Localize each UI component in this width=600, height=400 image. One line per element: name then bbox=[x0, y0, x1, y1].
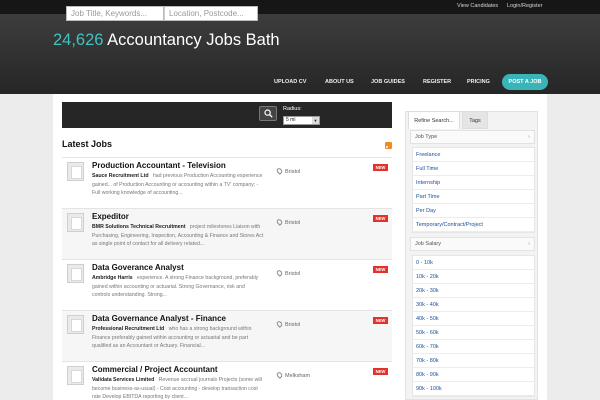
job-count: 24,626 bbox=[53, 31, 104, 49]
job-listing[interactable]: Expeditor BMR Solutions Technical Recrui… bbox=[62, 208, 392, 259]
job-snippet: Validata Services Limited Revenue accrua… bbox=[92, 376, 264, 400]
job-location: Melksham bbox=[275, 371, 311, 379]
salary-70k-80k[interactable]: 70k - 80k bbox=[413, 354, 534, 368]
job-type-list: Freelance Full Time Internship Part Time… bbox=[412, 147, 535, 233]
job-location-text: Bristol bbox=[285, 169, 301, 175]
company-name: Validata Services Limited bbox=[92, 377, 155, 383]
location-pin-icon bbox=[275, 269, 284, 277]
location-input[interactable]: Location, Postcode... bbox=[164, 6, 258, 21]
job-snippet: Sauce Recruitment Ltd had previous Produ… bbox=[92, 172, 264, 198]
salary-20k-30k[interactable]: 20k - 30k bbox=[413, 284, 534, 298]
company-logo bbox=[67, 264, 84, 283]
job-type-header[interactable]: Job Type bbox=[410, 130, 535, 144]
job-type-temporary[interactable]: Temporary/Contract/Project bbox=[413, 218, 534, 232]
nav-register[interactable]: REGISTER bbox=[423, 79, 451, 85]
job-location-text: Bristol bbox=[285, 322, 301, 328]
salary-0-10k[interactable]: 0 - 10k bbox=[413, 256, 534, 270]
job-location-text: Bristol bbox=[285, 271, 301, 277]
job-snippet: BMR Solutions Technical Recruitment proj… bbox=[92, 223, 264, 249]
company-name: BMR Solutions Technical Recruitment bbox=[92, 224, 186, 230]
nav-upload-cv[interactable]: UPLOAD CV bbox=[274, 79, 306, 85]
location-pin-icon bbox=[275, 218, 284, 226]
job-listing[interactable]: Production Accountant - Television Sauce… bbox=[62, 157, 392, 208]
job-location-text: Melksham bbox=[285, 373, 311, 379]
site-title[interactable]: 24,626 Accountancy Jobs Bath bbox=[53, 31, 280, 50]
job-title[interactable]: Expeditor bbox=[92, 212, 129, 221]
job-snippet: Professional Recruitment Ltd who has a s… bbox=[92, 325, 264, 351]
company-name: Sauce Recruitment Ltd bbox=[92, 173, 149, 179]
radius-value: 5 mi bbox=[286, 117, 296, 123]
job-title[interactable]: Data Governance Analyst - Finance bbox=[92, 314, 226, 323]
company-name: Ambridge Harris bbox=[92, 275, 133, 281]
job-type-freelance[interactable]: Freelance bbox=[413, 148, 534, 162]
keywords-input[interactable]: Job Title, Keywords... bbox=[66, 6, 164, 21]
nav-about-us[interactable]: ABOUT US bbox=[325, 79, 354, 85]
site-title-text: Accountancy Jobs Bath bbox=[107, 31, 280, 49]
job-listing[interactable]: Commercial / Project Accountant Validata… bbox=[62, 361, 392, 400]
job-listing[interactable]: Data Governance Analyst - Finance Profes… bbox=[62, 310, 392, 361]
job-type-internship[interactable]: Internship bbox=[413, 176, 534, 190]
salary-90k-100k[interactable]: 90k - 100k bbox=[413, 382, 534, 396]
tab-refine-search[interactable]: Refine Search... bbox=[408, 111, 460, 129]
tab-tags[interactable]: Tags bbox=[462, 111, 488, 129]
view-candidates-link[interactable]: View Candidates bbox=[457, 3, 498, 9]
company-name: Professional Recruitment Ltd bbox=[92, 326, 165, 332]
new-badge: NEW bbox=[373, 266, 388, 273]
job-type-part-time[interactable]: Part Time bbox=[413, 190, 534, 204]
company-logo bbox=[67, 366, 84, 385]
search-bar bbox=[62, 102, 392, 128]
login-register-link[interactable]: Login/Register bbox=[507, 3, 542, 9]
job-type-per-day[interactable]: Per Day bbox=[413, 204, 534, 218]
company-logo bbox=[67, 315, 84, 334]
salary-60k-70k[interactable]: 60k - 70k bbox=[413, 340, 534, 354]
job-location-text: Bristol bbox=[285, 220, 301, 226]
job-listing[interactable]: Data Goverance Analyst Ambridge Harris e… bbox=[62, 259, 392, 310]
location-pin-icon bbox=[275, 320, 284, 328]
salary-30k-40k[interactable]: 30k - 40k bbox=[413, 298, 534, 312]
job-location: Bristol bbox=[275, 269, 301, 277]
job-title[interactable]: Data Goverance Analyst bbox=[92, 263, 184, 272]
job-title[interactable]: Production Accountant - Television bbox=[92, 161, 226, 170]
job-salary-header[interactable]: Job Salary bbox=[410, 237, 535, 251]
job-salary-list: 0 - 10k 10k - 20k 20k - 30k 30k - 40k 40… bbox=[412, 255, 535, 397]
company-logo bbox=[67, 213, 84, 232]
new-badge: NEW bbox=[373, 368, 388, 375]
job-snippet: Ambridge Harris experience. A strong Fin… bbox=[92, 274, 264, 300]
latest-jobs-heading: Latest Jobs bbox=[62, 139, 113, 149]
search-button[interactable] bbox=[259, 106, 277, 121]
location-pin-icon bbox=[275, 371, 284, 379]
job-type-full-time[interactable]: Full Time bbox=[413, 162, 534, 176]
company-logo bbox=[67, 162, 84, 181]
radius-label: Radius: bbox=[283, 106, 302, 112]
nav-pricing[interactable]: PRICING bbox=[467, 79, 490, 85]
new-badge: NEW bbox=[373, 215, 388, 222]
job-location: Bristol bbox=[275, 167, 301, 175]
search-icon bbox=[264, 109, 273, 118]
new-badge: NEW bbox=[373, 164, 388, 171]
location-pin-icon bbox=[275, 167, 284, 175]
post-a-job-button[interactable]: POST A JOB bbox=[502, 74, 548, 90]
nav-job-guides[interactable]: JOB GUIDES bbox=[371, 79, 405, 85]
job-location: Bristol bbox=[275, 218, 301, 226]
job-location: Bristol bbox=[275, 320, 301, 328]
radius-select[interactable]: 5 mi ▼ bbox=[283, 116, 320, 125]
job-title[interactable]: Commercial / Project Accountant bbox=[92, 365, 218, 374]
rss-icon[interactable] bbox=[385, 142, 392, 149]
chevron-down-icon: ▼ bbox=[312, 117, 319, 124]
new-badge: NEW bbox=[373, 317, 388, 324]
salary-10k-20k[interactable]: 10k - 20k bbox=[413, 270, 534, 284]
salary-50k-60k[interactable]: 50k - 60k bbox=[413, 326, 534, 340]
salary-40k-50k[interactable]: 40k - 50k bbox=[413, 312, 534, 326]
salary-80k-90k[interactable]: 80k - 90k bbox=[413, 368, 534, 382]
